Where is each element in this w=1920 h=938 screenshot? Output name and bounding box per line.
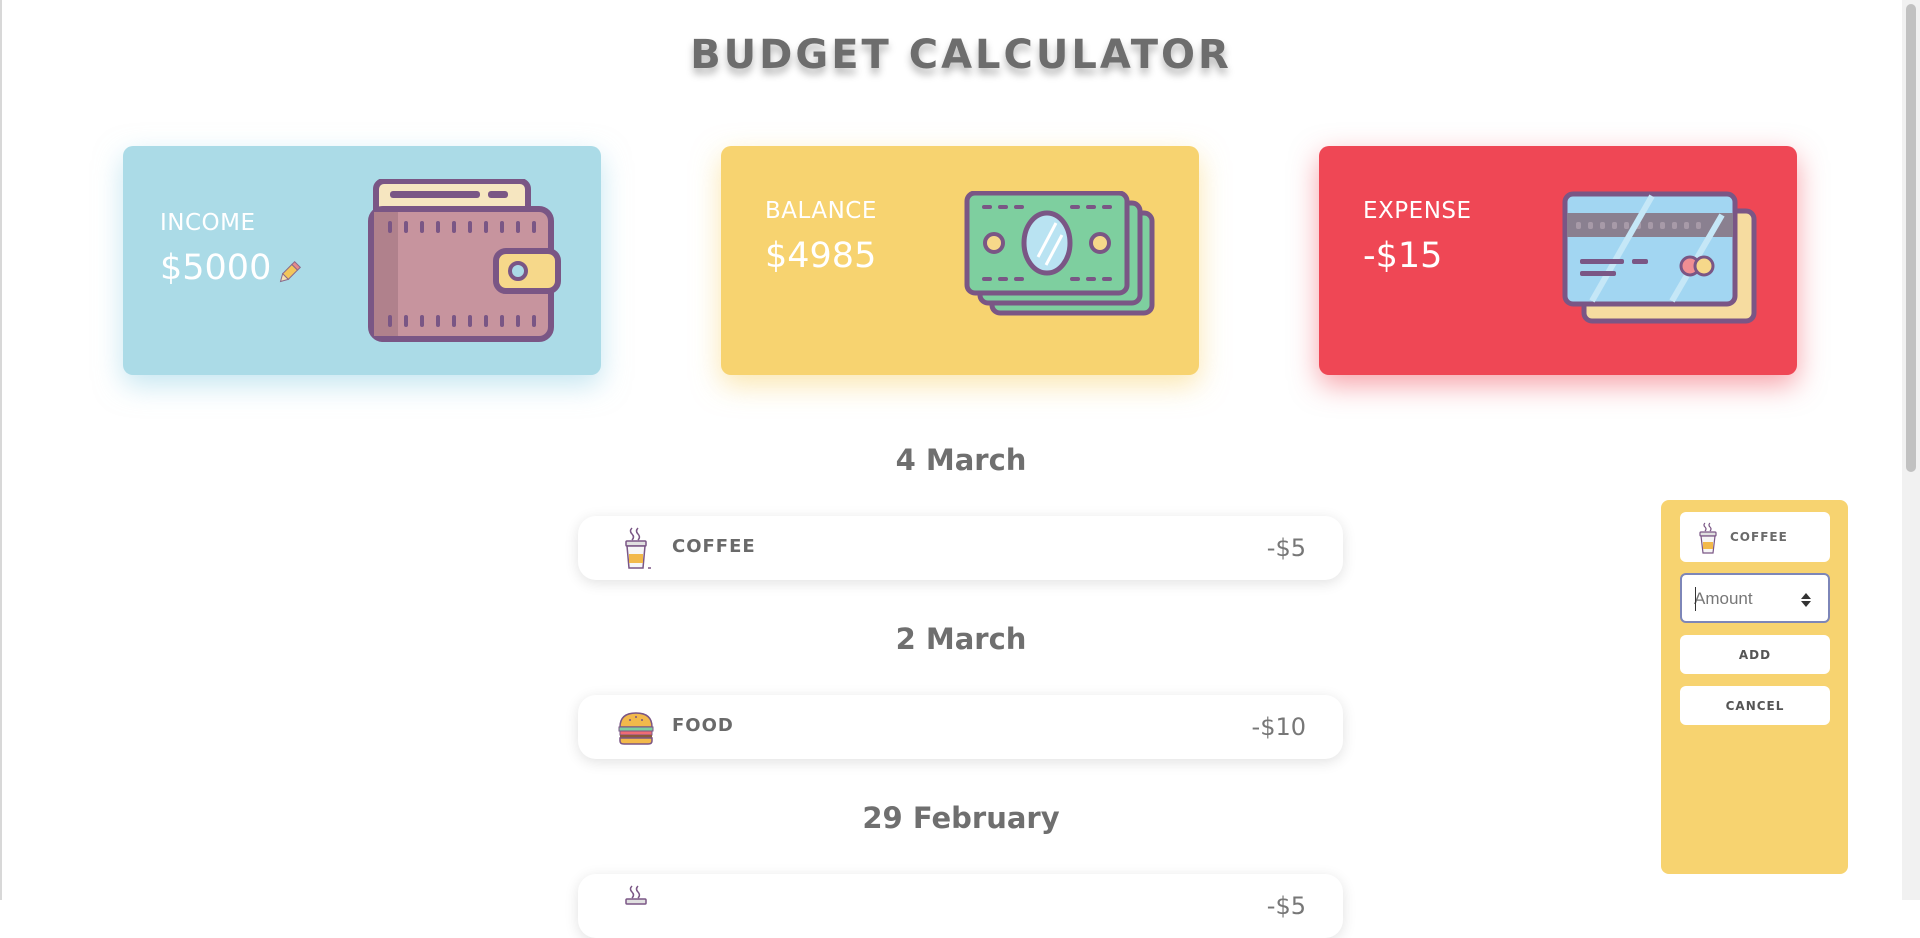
income-label: INCOME (160, 210, 256, 236)
transaction-amount: -$5 (1266, 892, 1306, 920)
page-title: BUDGET CALCULATOR (690, 32, 1232, 78)
cancel-button[interactable]: CANCEL (1680, 686, 1830, 725)
transaction-row[interactable]: FOOD -$10 (578, 695, 1343, 759)
balance-value: $4985 (765, 236, 877, 276)
amount-input[interactable] (1694, 587, 1794, 611)
number-spinner-icon[interactable] (1800, 592, 1812, 608)
category-selector[interactable]: COFFEE (1680, 512, 1830, 562)
expense-value: -$15 (1363, 236, 1443, 276)
balance-card: BALANCE $4985 (721, 146, 1199, 375)
transaction-amount: -$5 (1266, 534, 1306, 562)
coffee-cup-icon (625, 527, 651, 569)
scrollbar-thumb[interactable] (1906, 4, 1916, 472)
transaction-row[interactable]: -$5 (578, 874, 1343, 938)
day-heading: 4 March (895, 443, 1027, 477)
wallet-icon (368, 179, 561, 342)
transaction-amount: -$10 (1251, 713, 1306, 741)
category-label: COFFEE (1730, 530, 1788, 544)
amount-field[interactable] (1680, 573, 1830, 623)
scrollbar[interactable] (1902, 0, 1920, 900)
transaction-category: FOOD (672, 715, 734, 736)
money-bills-icon (964, 191, 1155, 316)
credit-cards-icon (1562, 191, 1757, 324)
expense-card: EXPENSE -$15 (1319, 146, 1797, 375)
income-value: $5000 (160, 248, 272, 288)
day-heading: 2 March (895, 622, 1027, 656)
add-button[interactable]: ADD (1680, 635, 1830, 674)
coffee-cup-icon (625, 885, 647, 905)
income-card: INCOME $5000 (123, 146, 601, 375)
burger-icon (618, 712, 654, 745)
coffee-cup-icon (1699, 522, 1717, 554)
transaction-category: COFFEE (672, 536, 756, 557)
pencil-icon[interactable] (274, 258, 304, 288)
transaction-row[interactable]: COFFEE -$5 (578, 516, 1343, 580)
expense-label: EXPENSE (1363, 198, 1472, 224)
day-heading: 29 February (862, 801, 1060, 835)
add-expense-panel: COFFEE ADD CANCEL (1661, 500, 1848, 874)
balance-label: BALANCE (765, 198, 877, 224)
text-caret (1695, 587, 1696, 611)
